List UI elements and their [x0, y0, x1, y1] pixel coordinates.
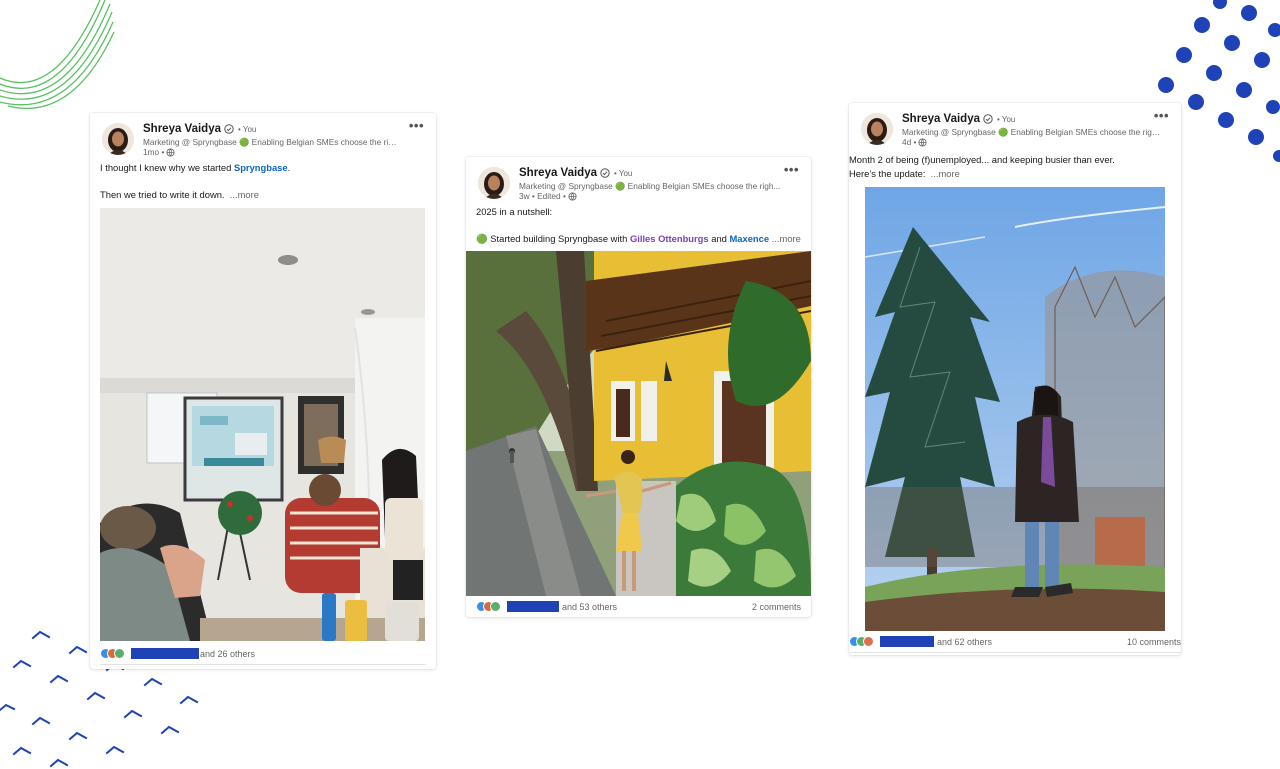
comments-count[interactable]: 10 comments: [1127, 637, 1181, 647]
author-headline: Marketing @ Spryngbase 🟢 Enabling Belgia…: [143, 137, 401, 147]
post-text-line2: 🟢 Started building Spryngbase with Gille…: [476, 233, 801, 246]
globe-icon: [166, 148, 175, 157]
post-card-2: Shreya Vaidya • You Marketing @ Spryngbas…: [466, 157, 811, 617]
avatar[interactable]: [861, 113, 893, 145]
post-text: Month 2 of being (f)unemployed... and ke…: [849, 154, 1115, 167]
person-mention-link[interactable]: Gilles Ottenburgs: [630, 233, 709, 244]
post-card-3: Shreya Vaidya • You Marketing @ Spryngbas…: [849, 103, 1181, 655]
reactions-count[interactable]: and 53 others: [562, 602, 617, 612]
redacted-name: [507, 601, 559, 612]
social-counts-bar: and 62 others 10 comments: [849, 634, 1181, 652]
company-mention-link[interactable]: Spryngbase: [234, 162, 288, 173]
text-punctuation: .: [287, 162, 291, 173]
post-meta: 4d •: [902, 137, 928, 147]
post-text-line1: Month 2 of being (f)unemployed... and ke…: [849, 154, 1115, 165]
reactions-count[interactable]: and 62 others: [937, 637, 992, 647]
reaction-icons[interactable]: [476, 601, 502, 613]
post-text-line1: 2025 in a nutshell:: [476, 206, 553, 217]
author-line: Shreya Vaidya • You: [902, 113, 1015, 125]
divider: [100, 664, 426, 665]
support-icon: [490, 601, 501, 612]
love-icon: [863, 636, 874, 647]
post-header: Shreya Vaidya • You Marketing @ Spryngbas…: [861, 108, 1169, 153]
author-name[interactable]: Shreya Vaidya: [902, 113, 980, 125]
post-image[interactable]: [100, 208, 425, 641]
author-name[interactable]: Shreya Vaidya: [143, 123, 221, 135]
verified-icon: [983, 114, 993, 124]
post-text-line1: I thought I knew why we started: [100, 162, 234, 173]
person-mention-link[interactable]: Maxence: [729, 233, 769, 244]
post-image[interactable]: [466, 251, 811, 596]
redacted-name: [880, 636, 934, 647]
support-icon: [114, 648, 125, 659]
post-text: 2025 in a nutshell:: [476, 206, 552, 219]
verified-icon: [600, 168, 610, 178]
reaction-icons[interactable]: [100, 648, 126, 660]
more-options-icon[interactable]: •••: [409, 118, 424, 133]
avatar[interactable]: [478, 167, 510, 199]
author-headline: Marketing @ Spryngbase 🟢 Enabling Belgia…: [902, 127, 1162, 137]
post-text-line2: Then we tried to write it down. ...more: [100, 189, 259, 202]
see-more-link[interactable]: ...more: [230, 189, 259, 200]
avatar[interactable]: [102, 123, 134, 155]
see-more-link[interactable]: ...more: [931, 168, 960, 179]
you-label: • You: [614, 169, 633, 178]
author-name[interactable]: Shreya Vaidya: [519, 167, 597, 179]
globe-icon: [918, 138, 928, 147]
post-text-line2: Here’s the update: ...more: [849, 168, 960, 181]
redacted-name: [131, 648, 199, 659]
reaction-icons[interactable]: [849, 636, 875, 648]
post-image[interactable]: [865, 187, 1165, 631]
post-header: Shreya Vaidya • You Marketing @ Spryngbas…: [102, 118, 424, 163]
divider: [849, 652, 1181, 653]
post-time: 4d •: [902, 137, 917, 147]
social-counts-bar: and 26 others: [100, 646, 425, 664]
text-and: and: [708, 233, 730, 244]
more-options-icon[interactable]: •••: [1154, 108, 1169, 123]
author-line: Shreya Vaidya • You: [143, 123, 256, 135]
comments-count[interactable]: 2 comments: [752, 602, 801, 612]
post-header: Shreya Vaidya • You Marketing @ Spryngbas…: [478, 162, 799, 207]
see-more-link[interactable]: ...more: [772, 233, 801, 244]
post-text-line2-content: Here’s the update:: [849, 168, 926, 179]
globe-icon: [568, 192, 577, 201]
social-counts-bar: and 53 others 2 comments: [476, 599, 801, 617]
you-label: • You: [238, 125, 257, 134]
post-meta: 3w • Edited •: [519, 191, 577, 201]
verified-icon: [224, 124, 234, 134]
green-arc-decoration: [0, 0, 115, 110]
more-options-icon[interactable]: •••: [784, 162, 799, 177]
post-meta: 1mo •: [143, 147, 175, 157]
post-time: 3w • Edited •: [519, 191, 566, 201]
reactions-count[interactable]: and 26 others: [200, 649, 255, 659]
author-line: Shreya Vaidya • You: [519, 167, 632, 179]
post-time: 1mo •: [143, 147, 165, 157]
post-card-1: Shreya Vaidya • You Marketing @ Spryngbas…: [90, 113, 436, 669]
post-text: I thought I knew why we started Spryngba…: [100, 162, 290, 175]
you-label: • You: [997, 115, 1016, 124]
post-text-line2-content: Then we tried to write it down.: [100, 189, 225, 200]
post-text-line2-content: 🟢 Started building Spryngbase with: [476, 233, 630, 244]
